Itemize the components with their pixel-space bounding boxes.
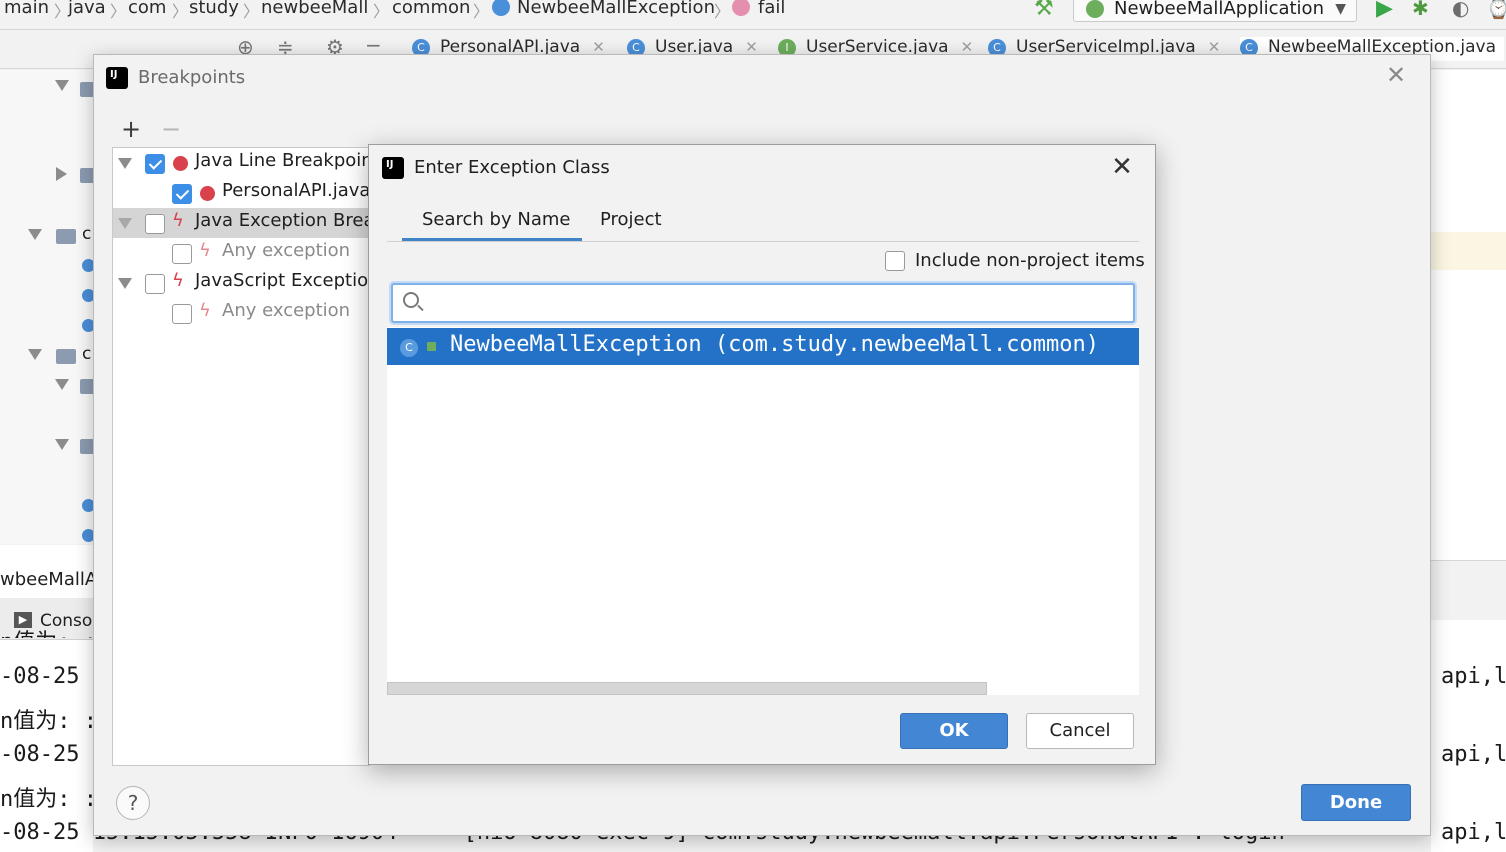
tree-row-personalapi-breakpoint[interactable]: PersonalAPI.java:9 <box>113 178 369 208</box>
checkbox[interactable] <box>145 274 165 294</box>
result-label: NewbeeMallException (com.study.newbeeMal… <box>450 332 1100 357</box>
checkbox[interactable] <box>172 184 192 204</box>
tab-divider <box>387 241 1139 242</box>
intellij-icon <box>106 67 128 89</box>
expand-arrow-icon[interactable] <box>55 439 69 450</box>
results-list: C NewbeeMallException (com.study.newbeeM… <box>387 327 1139 695</box>
checkbox[interactable] <box>145 214 165 234</box>
log-line-right: api,l <box>1441 664 1506 689</box>
breakpoint-tree: Java Line Breakpoints PersonalAPI.java:9… <box>112 147 370 766</box>
help-button[interactable]: ? <box>116 786 150 820</box>
folder-label: c <box>82 344 92 364</box>
expand-arrow-icon[interactable] <box>28 349 42 360</box>
breadcrumb-method[interactable]: fail <box>758 0 785 18</box>
breadcrumb-separator: 〉 <box>110 2 127 21</box>
breadcrumb-separator: 〉 <box>714 2 731 21</box>
lightning-icon: ϟ <box>199 240 211 261</box>
folder-icon <box>56 349 76 364</box>
run-configuration-label: NewbeeMallApplication <box>1114 0 1324 19</box>
log-line: -08-25 <box>0 742 80 767</box>
dialog-title: Enter Exception Class <box>414 157 610 178</box>
expand-arrow-icon[interactable] <box>28 229 42 240</box>
lightning-icon: ϟ <box>172 210 184 231</box>
tree-row-java-exception-breakpoints[interactable]: ϟ Java Exception Breakpoints <box>113 208 369 238</box>
tree-row-javascript-exception-breakpoints[interactable]: ϟ JavaScript Exception Breakpoints <box>113 268 369 298</box>
checkbox[interactable] <box>145 154 165 174</box>
active-tab-indicator <box>402 238 582 241</box>
breadcrumb-separator: 〉 <box>243 2 260 21</box>
project-tree-pane: c c <box>0 70 100 544</box>
chevron-down-icon: ▼ <box>1335 1 1346 17</box>
collapse-arrow-icon[interactable] <box>56 167 67 181</box>
log-line-right: api,l <box>1441 742 1506 767</box>
tab-search-by-name[interactable]: Search by Name <box>422 209 570 230</box>
expand-arrow-icon[interactable] <box>55 80 69 91</box>
breadcrumb-study[interactable]: study <box>189 0 239 18</box>
class-icon: C <box>400 339 418 357</box>
log-line: n值为: : <box>0 709 97 734</box>
close-icon[interactable]: ✕ <box>1384 63 1408 87</box>
current-line-highlight <box>1431 232 1506 270</box>
access-icon <box>427 342 436 351</box>
spring-boot-icon <box>1086 0 1104 18</box>
search-field[interactable] <box>391 283 1135 323</box>
remove-breakpoint-button[interactable]: − <box>161 115 181 143</box>
expand-arrow-icon[interactable] <box>118 158 132 169</box>
lightning-icon: ϟ <box>172 270 184 291</box>
list-item[interactable]: C NewbeeMallException (com.study.newbeeM… <box>387 328 1139 365</box>
breadcrumb-newbeemall[interactable]: newbeeMall <box>261 0 368 18</box>
include-non-project-checkbox[interactable] <box>885 251 905 271</box>
debug-icon[interactable]: ✱ <box>1412 0 1429 20</box>
log-line-right: api,l <box>1441 820 1506 845</box>
profiler-icon[interactable]: ⌚ <box>1486 0 1506 20</box>
dialog-title: Breakpoints <box>138 67 246 88</box>
breadcrumb-common[interactable]: common <box>392 0 470 18</box>
breadcrumb-separator: 〉 <box>473 2 490 21</box>
breakpoint-icon <box>173 156 188 171</box>
expand-arrow-icon[interactable] <box>118 218 132 229</box>
coverage-icon[interactable]: ◐ <box>1452 0 1469 20</box>
intellij-icon <box>382 157 404 179</box>
exception-class-icon <box>492 0 510 16</box>
horizontal-scrollbar[interactable] <box>387 682 987 695</box>
breadcrumb-separator: 〉 <box>373 2 390 21</box>
run-icon[interactable]: ▶ <box>1376 0 1393 21</box>
breadcrumb-java[interactable]: java <box>68 0 106 18</box>
breadcrumb-com[interactable]: com <box>128 0 166 18</box>
breadcrumb-exception-class[interactable]: NewbeeMallException <box>517 0 715 18</box>
add-breakpoint-button[interactable]: + <box>121 115 141 143</box>
tree-row-java-line-breakpoints[interactable]: Java Line Breakpoints <box>113 148 369 178</box>
ok-button[interactable]: OK <box>900 713 1008 749</box>
log-line: n值为: : <box>0 624 97 638</box>
run-configuration-select[interactable]: NewbeeMallApplication ▼ <box>1073 0 1357 22</box>
include-non-project-label: Include non-project items <box>915 250 1145 271</box>
breadcrumb-separator: 〉 <box>172 2 189 21</box>
tool-window-header <box>1431 560 1506 620</box>
tree-row-any-exception-js[interactable]: ϟ Any exception <box>113 298 369 328</box>
log-line: n值为: : <box>0 787 97 812</box>
navigation-bar: main 〉 java 〉 com 〉 study 〉 newbeeMall 〉… <box>0 0 1506 30</box>
enter-exception-class-dialog: Enter Exception Class ✕ Search by Name P… <box>368 144 1156 765</box>
breadcrumb-main[interactable]: main <box>4 0 49 18</box>
cancel-button[interactable]: Cancel <box>1026 713 1134 749</box>
tab-project[interactable]: Project <box>600 209 662 230</box>
folder-icon <box>56 229 76 244</box>
expand-arrow-icon[interactable] <box>118 278 132 289</box>
checkbox[interactable] <box>172 244 192 264</box>
search-input[interactable] <box>427 289 1117 317</box>
breakpoint-icon <box>200 186 215 201</box>
lightning-icon: ϟ <box>199 300 211 321</box>
editor-right-area: api,l api,l api,l <box>1431 70 1506 852</box>
search-icon <box>403 292 419 308</box>
tree-row-any-exception[interactable]: ϟ Any exception <box>113 238 369 268</box>
done-button[interactable]: Done <box>1301 784 1411 821</box>
method-icon <box>732 0 750 16</box>
close-icon[interactable]: ✕ <box>1109 153 1135 181</box>
expand-arrow-icon[interactable] <box>55 379 69 390</box>
checkbox[interactable] <box>172 304 192 324</box>
build-hammer-icon[interactable]: ⚒ <box>1034 0 1054 21</box>
log-line: -08-25 <box>0 664 80 689</box>
folder-label: c <box>82 224 92 244</box>
